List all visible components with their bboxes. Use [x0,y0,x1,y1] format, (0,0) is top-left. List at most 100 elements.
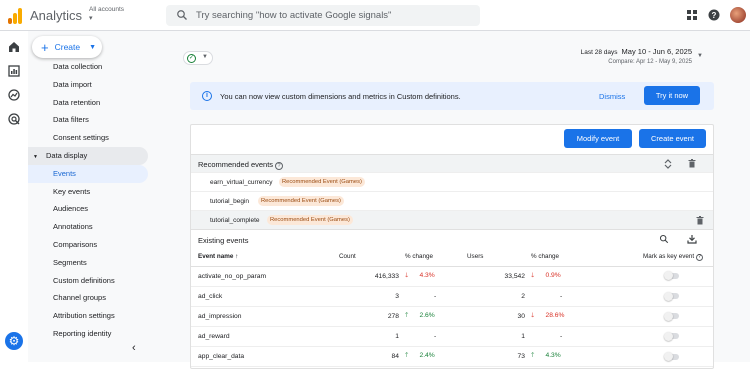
expand-triangle-icon: ▼ [33,153,38,160]
table-row[interactable]: ad_reward 1 - 1 - [191,326,713,348]
arrow-down-icon: 🡓 [405,271,409,279]
key-event-toggle[interactable] [664,311,679,321]
data-status-chip[interactable]: ✓ ▼ [183,51,213,65]
nav-item-data-retention[interactable]: Data retention [28,94,150,112]
reports-icon[interactable] [8,65,20,77]
key-event-toggle[interactable] [664,291,679,301]
column-users[interactable]: Users [467,248,525,267]
arrow-up-icon: 🡑 [405,311,409,319]
analytics-logo[interactable] [8,8,22,24]
caret-down-icon: ▼ [89,43,97,51]
admin-gear-icon[interactable]: ⚙ [5,332,23,350]
nav-item-consent-settings[interactable]: Consent settings [28,129,150,147]
create-button[interactable]: + Create ▼ [32,36,102,58]
search-placeholder: Try searching "how to activate Google si… [196,10,392,21]
nav-item-reporting-identity[interactable]: Reporting identity [28,325,150,343]
table-row[interactable]: activate_no_op_param 416,333 🡓 4.3% 33,54… [191,266,713,287]
recommended-tag: Recommended Event (Games) [258,196,344,206]
table-row[interactable]: ad_click 3 - 2 - [191,286,713,307]
date-range-picker[interactable]: Last 28 days May 10 - Jun 6, 2025 Compare… [581,47,692,65]
caret-down-icon: ▼ [202,54,208,60]
explore-icon[interactable] [8,89,20,101]
count-cell: 416,333 [339,266,399,287]
count-cell: 278 [339,306,399,328]
check-circle-icon: ✓ [187,54,196,63]
nav-item-segments[interactable]: Segments [28,254,150,272]
count-cell: 1 [339,326,399,348]
nav-item-events[interactable]: Events [28,164,148,183]
users-cell: 33,542 [467,266,525,287]
plus-icon: + [41,39,49,55]
column-users-change[interactable]: % change [525,248,585,267]
nav-section-data-display[interactable]: ▼ Data display [28,146,148,165]
advertising-icon[interactable] [8,113,20,125]
recommended-row[interactable]: tutorial_complete Recommended Event (Gam… [191,210,713,229]
key-event-toggle[interactable] [664,271,679,281]
help-circle-icon[interactable]: ? [275,162,284,170]
modify-event-button[interactable]: Modify event [564,129,632,148]
date-range-label: Last 28 days [580,49,618,56]
apps-grid-icon[interactable] [686,9,698,21]
nav-item-annotations[interactable]: Annotations [28,218,150,236]
arrow-down-icon: 🡓 [531,271,535,279]
nav-item-data-filters[interactable]: Data filters [28,111,150,129]
user-avatar[interactable] [730,7,746,23]
delete-icon[interactable] [688,159,696,168]
date-caret-icon[interactable]: ▼ [697,53,703,59]
help-icon[interactable]: ? [708,9,720,21]
arrow-up-icon: 🡑 [405,352,409,360]
count-cell: 3 [339,286,399,307]
info-icon: i [202,91,212,101]
nav-item-audiences[interactable]: Audiences [28,200,150,218]
collapse-nav-icon[interactable]: ‹ [132,342,136,354]
help-circle-icon[interactable]: ? [695,253,703,261]
event-name-cell: app_clear_data [191,346,339,368]
nav-item-data-collection[interactable]: Data collection [28,58,150,76]
arrow-up-icon: 🡑 [531,352,535,360]
left-rail: ⚙ [0,31,28,362]
existing-events-title: Existing events [198,236,249,245]
key-event-toggle[interactable] [664,352,679,362]
users-change-cell: 28.6% [545,311,565,319]
nav-item-data-import[interactable]: Data import [28,76,150,94]
count-change-cell: 2.4% [419,352,435,360]
column-mark-key-event: Mark as key event ? [585,248,713,267]
count-change-cell: 4.3% [419,271,435,279]
account-selector[interactable]: All accounts ▾ [89,6,124,22]
main-content: ✓ ▼ Last 28 days May 10 - Jun 6, 2025 Com… [150,31,750,369]
table-row[interactable]: ad_impression 278 🡑 2.6% 30 🡓 28.6% [191,306,713,328]
recommended-row[interactable]: earn_virtual_currency Recommended Event … [191,172,713,191]
recommended-events-header: Recommended events? [191,154,713,172]
download-icon[interactable] [687,234,697,244]
dismiss-button[interactable]: Dismiss [599,92,625,101]
nav-item-attribution-settings[interactable]: Attribution settings [28,307,150,325]
users-change-cell: - [525,286,585,307]
count-change-cell: - [399,286,467,307]
nav-item-channel-groups[interactable]: Channel groups [28,289,150,307]
key-event-toggle[interactable] [664,331,679,341]
nav-item-custom-definitions[interactable]: Custom definitions [28,272,150,290]
column-count-change[interactable]: % change [399,248,467,267]
recommended-row[interactable]: tutorial_begin Recommended Event (Games) [191,191,713,210]
users-cell: 2 [467,286,525,307]
info-banner: i You can now view custom dimensions and… [190,82,714,110]
expand-collapse-icon[interactable] [664,159,672,169]
users-change-cell: 4.3% [545,352,561,360]
search-icon[interactable] [659,234,669,244]
nav-item-comparisons[interactable]: Comparisons [28,236,150,254]
column-count[interactable]: Count [339,248,399,267]
count-change-cell: - [399,326,467,348]
delete-icon[interactable] [696,216,704,225]
event-name-cell: activate_no_op_param [191,266,339,287]
column-event-name[interactable]: Event name ↑ [191,248,339,267]
nav-item-key-events[interactable]: Key events [28,183,150,201]
arrow-down-icon: 🡓 [531,311,535,319]
search-bar[interactable]: Try searching "how to activate Google si… [166,5,480,26]
recommended-tag: Recommended Event (Games) [267,215,353,225]
create-event-button[interactable]: Create event [639,129,706,148]
home-icon[interactable] [8,41,20,53]
try-it-now-button[interactable]: Try it now [644,86,700,105]
table-row[interactable]: app_clear_data 84 🡑 2.4% 73 🡑 4.3% [191,346,713,368]
users-cell: 30 [467,306,525,328]
nav-section-label: Data display [46,150,88,160]
